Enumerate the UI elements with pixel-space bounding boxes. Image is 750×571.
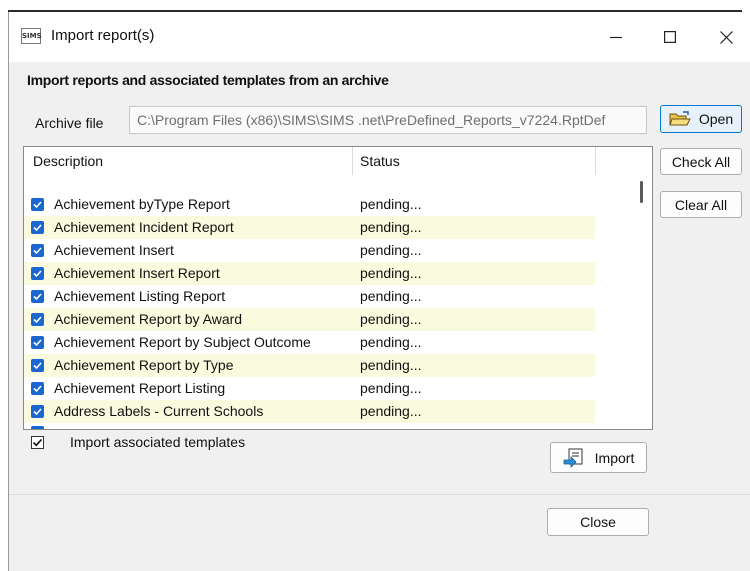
row-checkbox[interactable] [31,290,44,303]
row-description: Achievement Listing Report [54,288,226,304]
row-description: Achievement Report by Award [54,311,243,327]
checkmark-icon [33,408,42,416]
minimize-button[interactable] [593,17,639,57]
checkmark-icon [33,224,42,232]
archive-file-field[interactable]: C:\Program Files (x86)\SIMS\SIMS .net\Pr… [129,106,647,134]
import-button-label: Import [594,449,635,466]
close-button-label: Close [580,514,616,530]
checkmark-icon [33,362,42,370]
row-checkbox[interactable] [31,198,44,211]
list-item[interactable]: Achievement Report by Subject Outcome pe… [24,331,595,354]
column-header-status[interactable]: Status [353,147,596,175]
row-checkbox[interactable] [31,382,44,395]
checkmark-icon [33,201,42,209]
list-scrollbar[interactable] [634,175,652,429]
maximize-icon [664,31,676,43]
list-item[interactable]: Achievement Report by Award pending... [24,308,595,331]
checkmark-icon [32,438,43,447]
row-status: pending... [360,311,422,327]
row-checkbox[interactable] [31,359,44,372]
import-icon [563,448,583,468]
row-status: pending... [360,403,422,419]
row-checkbox[interactable] [31,313,44,326]
archive-file-label: Archive file [35,115,104,131]
import-button[interactable]: Import [550,442,647,473]
import-reports-dialog: SIMS Import report(s) Import reports and… [8,12,750,571]
row-description: Achievement Report Listing [54,380,226,396]
row-status: pending... [360,242,422,258]
row-checkbox[interactable] [31,405,44,418]
row-checkbox[interactable] [31,336,44,349]
row-status: pending... [360,380,422,396]
checkmark-icon [33,270,42,278]
list-item[interactable]: Achievement Report by Type pending... [24,354,595,377]
minimize-icon [610,36,622,39]
check-all-button[interactable]: Check All [660,148,742,175]
row-description: Achievement Insert [54,242,174,258]
row-description: Achievement byType Report [54,196,230,212]
folder-open-icon [669,111,691,126]
row-status: pending... [360,357,422,373]
background-window-edge [0,0,750,12]
scrollbar-thumb[interactable] [640,181,643,203]
list-item[interactable]: Achievement byType Report pending... [24,193,595,216]
checkmark-icon [33,247,42,255]
title-bar[interactable]: SIMS Import report(s) [9,12,750,62]
row-checkbox[interactable] [31,267,44,280]
row-description: Achievement Report by Subject Outcome [54,334,311,350]
window-close-button[interactable] [703,17,749,57]
import-templates-label: Import associated templates [70,434,246,450]
checkmark-icon [33,339,42,347]
footer-separator [9,494,750,495]
dialog-heading: Import reports and associated templates … [27,72,389,88]
row-description: Achievement Insert Report [54,265,220,281]
row-status: pending... [360,196,422,212]
list-item[interactable]: Achievement Listing Report pending... [24,285,595,308]
open-button[interactable]: Open [660,105,742,133]
checkmark-icon [33,293,42,301]
list-item[interactable]: Achievement Incident Report pending... [24,216,595,239]
maximize-button[interactable] [647,17,693,57]
row-checkbox[interactable] [31,221,44,234]
list-item[interactable]: Achievement Insert pending... [24,239,595,262]
close-button[interactable]: Close [547,508,649,536]
import-templates-checkbox[interactable] [31,436,44,449]
checkmark-icon [33,385,42,393]
checkmark-icon [33,316,42,324]
row-checkbox[interactable] [31,244,44,257]
column-header-description[interactable]: Description [24,147,353,175]
row-status: pending... [360,334,422,350]
row-description: Address Labels - Current Schools [54,403,264,419]
close-icon [719,30,733,44]
window-title: Import report(s) [51,27,155,44]
clear-all-label: Clear All [674,196,728,213]
list-item[interactable]: Achievement Report Listing pending... [24,377,595,400]
reports-list[interactable]: Description Status Achievement byType Re… [23,146,653,430]
sims-app-icon: SIMS [21,28,42,44]
list-item-partial[interactable] [24,423,595,429]
row-status: pending... [360,265,422,281]
clear-all-button[interactable]: Clear All [660,191,742,218]
list-item[interactable]: Achievement Insert Report pending... [24,262,595,285]
check-all-label: Check All [671,153,731,170]
row-description: Achievement Report by Type [54,357,234,373]
row-description: Achievement Incident Report [54,219,234,235]
row-checkbox[interactable] [31,426,44,429]
open-button-label: Open [698,111,734,127]
row-status: pending... [360,219,422,235]
list-item[interactable]: Address Labels - Current Schools pending… [24,400,595,423]
row-status: pending... [360,288,422,304]
